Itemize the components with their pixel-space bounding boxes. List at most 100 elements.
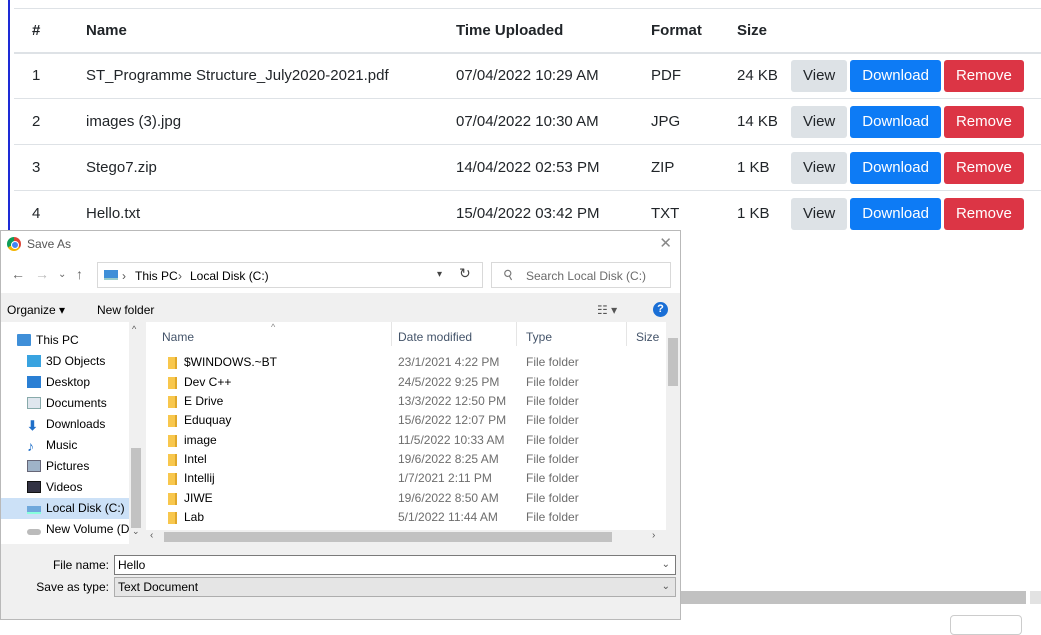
dialog-titlebar: Save As ✕ bbox=[1, 231, 680, 257]
row-size: 24 KB bbox=[719, 52, 789, 99]
organize-menu[interactable]: Organize ▾ bbox=[7, 303, 65, 317]
breadcrumb-separator-icon: › bbox=[178, 269, 182, 283]
list-item[interactable]: JIWE 19/6/2022 8:50 AM File folder bbox=[146, 488, 666, 508]
col-name[interactable]: Name bbox=[162, 330, 194, 344]
file-date: 19/6/2022 8:50 AM bbox=[398, 491, 499, 505]
breadcrumb-local-disk[interactable]: Local Disk (C:) bbox=[190, 269, 269, 283]
nav-item-label: New Volume (D: bbox=[46, 522, 133, 536]
computer-icon bbox=[17, 334, 31, 346]
scroll-down-arrow-icon[interactable]: ⌄ bbox=[132, 526, 140, 537]
view-button[interactable]: View bbox=[791, 151, 848, 184]
chevron-down-icon[interactable]: ⌄ bbox=[662, 556, 670, 574]
command-bar: Organize ▾ New folder bbox=[1, 297, 680, 321]
file-name: Intel bbox=[184, 452, 207, 466]
list-item[interactable]: Eduquay 15/6/2022 12:07 PM File folder bbox=[146, 410, 666, 430]
row-file-name: ST_Programme Structure_July2020-2021.pdf bbox=[68, 52, 438, 99]
download-button[interactable]: Download bbox=[850, 151, 941, 184]
folder-icon bbox=[168, 493, 177, 505]
background-button[interactable] bbox=[950, 615, 1022, 635]
list-item[interactable]: Dev C++ 24/5/2022 9:25 PM File folder bbox=[146, 372, 666, 392]
back-arrow-icon[interactable]: ← bbox=[11, 266, 25, 282]
file-list-horizontal-scrollbar[interactable]: ‹ › bbox=[146, 530, 680, 544]
breadcrumb-this-pc[interactable]: This PC bbox=[135, 269, 178, 283]
nav-item-this-pc[interactable]: This PC bbox=[1, 330, 129, 351]
file-list-scroll-thumb[interactable] bbox=[668, 338, 678, 386]
nav-item-documents[interactable]: Documents bbox=[1, 393, 129, 414]
nav-item-videos[interactable]: Videos bbox=[1, 477, 129, 498]
row-actions: View Download Remove bbox=[789, 144, 1041, 191]
row-number: 2 bbox=[14, 98, 68, 145]
folder-icon bbox=[168, 512, 177, 524]
row-file-name: Stego7.zip bbox=[68, 144, 438, 191]
nav-item-new-volume[interactable]: New Volume (D: bbox=[1, 519, 133, 540]
search-input[interactable]: ⚲ Search Local Disk (C:) bbox=[491, 262, 671, 288]
row-size: 14 KB bbox=[719, 98, 789, 145]
col-date-modified[interactable]: Date modified bbox=[398, 330, 472, 344]
file-name: JIWE bbox=[184, 491, 213, 505]
column-divider bbox=[626, 322, 627, 346]
view-button[interactable]: View bbox=[791, 59, 848, 92]
nav-item-pictures[interactable]: Pictures bbox=[1, 456, 129, 477]
col-size[interactable]: Size bbox=[636, 330, 659, 344]
page-horizontal-scrollbar[interactable] bbox=[680, 591, 1026, 604]
col-header-actions bbox=[789, 8, 1041, 54]
nav-item-music[interactable]: ♪ Music bbox=[1, 435, 129, 456]
file-type: File folder bbox=[526, 433, 579, 447]
file-type: File folder bbox=[526, 491, 579, 505]
col-type[interactable]: Type bbox=[526, 330, 552, 344]
refresh-icon[interactable]: ↻ bbox=[459, 265, 471, 282]
recent-locations-chevron-icon[interactable]: ⌄ bbox=[58, 269, 66, 280]
remove-button[interactable]: Remove bbox=[943, 59, 1024, 92]
drive-icon bbox=[27, 506, 41, 514]
nav-item-3d-objects[interactable]: 3D Objects bbox=[1, 351, 129, 372]
scroll-up-arrow-icon[interactable]: ^ bbox=[132, 324, 136, 334]
table-row: 1 ST_Programme Structure_July2020-2021.p… bbox=[14, 52, 1041, 99]
list-item[interactable]: E Drive 13/3/2022 12:50 PM File folder bbox=[146, 391, 666, 411]
close-icon[interactable]: ✕ bbox=[659, 234, 672, 252]
list-item[interactable]: Lab 5/1/2022 11:44 AM File folder bbox=[146, 507, 666, 527]
horizontal-scroll-thumb[interactable] bbox=[164, 532, 612, 542]
chrome-icon bbox=[7, 237, 21, 251]
up-arrow-icon[interactable]: ↑ bbox=[76, 266, 83, 282]
col-header-number: # bbox=[14, 8, 68, 54]
file-name-field[interactable]: Hello ⌄ bbox=[114, 555, 676, 575]
help-icon[interactable]: ? bbox=[653, 302, 668, 317]
nav-pane-scroll-thumb[interactable] bbox=[131, 448, 141, 528]
forward-arrow-icon[interactable]: → bbox=[35, 266, 49, 282]
save-as-type-select[interactable]: Text Document ⌄ bbox=[114, 577, 676, 597]
remove-button[interactable]: Remove bbox=[943, 105, 1024, 138]
chevron-down-icon[interactable]: ⌄ bbox=[662, 578, 670, 596]
breadcrumb-separator-icon: › bbox=[122, 269, 126, 283]
download-button[interactable]: Download bbox=[850, 59, 941, 92]
nav-item-desktop[interactable]: Desktop bbox=[1, 372, 129, 393]
row-number: 1 bbox=[14, 52, 68, 99]
list-item[interactable]: Intellij 1/7/2021 2:11 PM File folder bbox=[146, 468, 666, 488]
col-header-format: Format bbox=[633, 8, 719, 54]
list-item[interactable]: $WINDOWS.~BT 23/1/2021 4:22 PM File folder bbox=[146, 352, 666, 372]
table-header-row: # Name Time Uploaded Format Size bbox=[14, 8, 1041, 54]
view-button[interactable]: View bbox=[791, 197, 848, 230]
new-folder-button[interactable]: New folder bbox=[97, 303, 154, 317]
uploaded-files-table: # Name Time Uploaded Format Size 1 ST_Pr… bbox=[14, 8, 1041, 237]
column-divider bbox=[516, 322, 517, 346]
nav-item-local-disk[interactable]: Local Disk (C:) bbox=[1, 498, 129, 519]
address-bar[interactable]: › This PC › Local Disk (C:) bbox=[97, 262, 483, 288]
remove-button[interactable]: Remove bbox=[943, 197, 1024, 230]
address-dropdown-chevron-icon[interactable]: ▾ bbox=[437, 269, 442, 280]
remove-button[interactable]: Remove bbox=[943, 151, 1024, 184]
file-date: 11/5/2022 10:33 AM bbox=[398, 433, 505, 447]
view-options-icon[interactable]: ☷ ▾ bbox=[597, 303, 619, 317]
row-size: 1 KB bbox=[719, 144, 789, 191]
nav-item-label: Documents bbox=[46, 396, 107, 410]
scroll-left-arrow-icon[interactable]: ‹ bbox=[150, 530, 153, 541]
download-button[interactable]: Download bbox=[850, 105, 941, 138]
download-button[interactable]: Download bbox=[850, 197, 941, 230]
list-item[interactable]: Intel 19/6/2022 8:25 AM File folder bbox=[146, 449, 666, 469]
col-header-time: Time Uploaded bbox=[438, 8, 633, 54]
col-header-name: Name bbox=[68, 8, 438, 54]
view-button[interactable]: View bbox=[791, 105, 848, 138]
row-format: JPG bbox=[633, 98, 719, 145]
list-item[interactable]: image 11/5/2022 10:33 AM File folder bbox=[146, 430, 666, 450]
scroll-right-arrow-icon[interactable]: › bbox=[652, 530, 655, 541]
nav-item-downloads[interactable]: ⬇ Downloads bbox=[1, 414, 129, 435]
